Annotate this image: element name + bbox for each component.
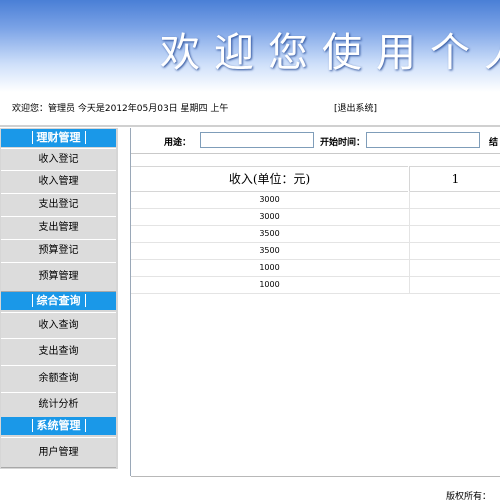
table-cell <box>409 259 500 276</box>
column-header-2: 1 <box>409 166 500 192</box>
income-amount-cell: 1000 <box>259 280 280 289</box>
nav-expense-manage[interactable]: 支出管理 <box>1 216 116 240</box>
nav-statistics[interactable]: 统计分析 <box>1 392 116 418</box>
purpose-input[interactable] <box>200 132 314 148</box>
category-label: 综合查询 <box>31 294 86 307</box>
welcome-text: 欢迎您：管理员 今天是2012年05月03日 星期四 上午 <box>12 104 229 114</box>
category-system-management[interactable]: 系统管理 <box>1 417 116 435</box>
table-row: 3000 <box>131 191 500 209</box>
income-amount-cell: 3000 <box>259 195 280 204</box>
category-label: 系统管理 <box>31 419 86 432</box>
category-label: 理财管理 <box>31 131 86 144</box>
footer-copyright: 版权所有： <box>446 492 492 502</box>
table-cell <box>409 191 500 208</box>
table-cell <box>409 208 500 225</box>
search-bar: 用途： 开始时间： 结 <box>131 128 500 154</box>
income-amount-cell: 3000 <box>259 212 280 221</box>
nav-income-register[interactable]: 收入登记 <box>1 148 116 171</box>
table-cell <box>409 225 500 242</box>
column-header-income: 收入(单位：元) <box>131 166 408 192</box>
table-row: 3500 <box>131 225 500 243</box>
status-bar: 欢迎您：管理员 今天是2012年05月03日 星期四 上午 [退出系统] <box>0 92 500 122</box>
start-time-label: 开始时间： <box>320 138 366 148</box>
nav-income-query[interactable]: 收入查询 <box>1 312 116 339</box>
start-time-input[interactable] <box>366 132 480 148</box>
nav-user-manage[interactable]: 用户管理 <box>1 437 116 468</box>
income-amount-cell: 3500 <box>259 246 280 255</box>
table-row: 3000 <box>131 208 500 226</box>
table-row: 1000 <box>131 276 500 294</box>
nav-balance-query[interactable]: 余额查询 <box>1 365 116 393</box>
header-divider <box>0 125 500 127</box>
purpose-label: 用途： <box>164 138 192 148</box>
nav-budget-manage[interactable]: 预算管理 <box>1 262 116 292</box>
logout-link[interactable]: [退出系统] <box>334 101 377 114</box>
category-finance-management[interactable]: 理财管理 <box>1 129 116 147</box>
table-cell <box>409 242 500 259</box>
category-comprehensive-query[interactable]: 综合查询 <box>1 292 116 310</box>
header-banner: 欢迎您使用个人理 <box>0 0 500 92</box>
table-cell <box>409 276 500 293</box>
sidebar: 理财管理 收入登记 收入管理 支出登记 支出管理 预算登记 预算管理 综合查询 … <box>0 128 118 469</box>
income-amount-cell: 1000 <box>259 263 280 272</box>
banner-title: 欢迎您使用个人理 <box>160 30 500 76</box>
table-row: 1000 <box>131 259 500 277</box>
nav-budget-register[interactable]: 预算登记 <box>1 239 116 263</box>
table-row: 3500 <box>131 242 500 260</box>
content-bottom-border <box>131 476 500 477</box>
nav-income-manage[interactable]: 收入管理 <box>1 170 116 194</box>
income-amount-cell: 3500 <box>259 229 280 238</box>
nav-expense-query[interactable]: 支出查询 <box>1 338 116 366</box>
nav-expense-register[interactable]: 支出登记 <box>1 193 116 217</box>
end-time-label: 结 <box>489 138 499 148</box>
